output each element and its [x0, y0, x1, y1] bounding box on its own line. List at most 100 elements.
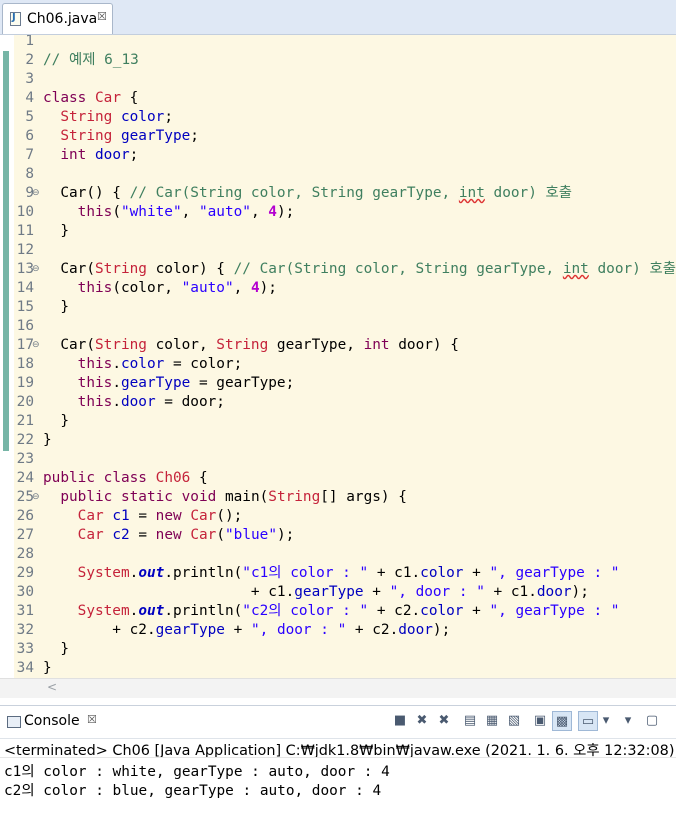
code-line[interactable]: 5 String color; — [0, 108, 676, 127]
code-line[interactable]: 18 this.color = color; — [0, 355, 676, 374]
code-line[interactable]: 14 this(color, "auto", 4); — [0, 279, 676, 298]
line-number: 10 — [16, 204, 34, 220]
console-toolbar-button-icon[interactable]: ▢ — [642, 711, 662, 731]
code-line[interactable]: 9 ⊖ Car() { // Car(String color, String g… — [0, 184, 676, 203]
code-line[interactable]: 34} — [0, 659, 676, 678]
code-token: this — [77, 375, 113, 391]
code-line[interactable]: 24 public class Ch06 { — [0, 469, 676, 488]
code-line[interactable]: 12 — [0, 241, 676, 260]
fold-toggle-icon[interactable]: ⊖ — [32, 488, 40, 507]
code-editor[interactable]: 1 2// 예제 6_13 3 4 class Car {5 String color;… — [0, 35, 676, 698]
code-token: new — [155, 508, 182, 524]
code-text: } — [43, 659, 52, 678]
code-token: ; — [164, 109, 173, 125]
code-token: "blue" — [225, 527, 277, 543]
code-text: } — [43, 640, 69, 659]
code-token: door) { — [389, 337, 459, 353]
code-line[interactable]: 11 } — [0, 222, 676, 241]
code-line[interactable]: 20 this.door = door; — [0, 393, 676, 412]
code-token: this — [77, 394, 113, 410]
close-icon[interactable]: ☒ — [97, 10, 107, 23]
console-tab-label[interactable]: Console — [24, 713, 80, 729]
code-token: public — [43, 470, 95, 486]
code-line[interactable]: 16 — [0, 317, 676, 336]
code-line[interactable]: 31 System.out.println("c2의 color : " + c… — [0, 602, 676, 621]
console-toolbar-button-icon[interactable]: ■ — [390, 711, 410, 731]
close-icon[interactable]: ☒ — [87, 713, 97, 726]
code-line[interactable]: 26 Car c1 = new Car(); — [0, 507, 676, 526]
code-line[interactable]: 8 — [0, 165, 676, 184]
code-token: (color, — [112, 280, 182, 296]
console-toolbar-button-icon[interactable]: ▭ — [578, 711, 598, 731]
code-token: } — [43, 432, 52, 448]
code-line[interactable]: 15 } — [0, 298, 676, 317]
fold-toggle-icon[interactable]: ⊖ — [32, 184, 40, 203]
code-token: c1 — [112, 508, 130, 524]
line-number: 18 — [16, 356, 34, 372]
code-token: + — [224, 622, 251, 638]
code-token: Car — [190, 527, 217, 543]
line-number: 5 — [25, 109, 34, 125]
code-token: ); — [259, 280, 277, 296]
horizontal-scrollbar[interactable]: < — [0, 678, 676, 698]
code-token: color — [420, 603, 464, 619]
console-toolbar-button-icon[interactable]: ▦ — [482, 711, 502, 731]
console-toolbar-button-icon[interactable]: ✖ — [412, 711, 432, 731]
scroll-left-arrow-icon[interactable]: < — [47, 680, 57, 694]
code-token: , — [233, 280, 251, 296]
code-line[interactable]: 33 } — [0, 640, 676, 659]
code-line[interactable]: 32 + c2.gearType + ", door : " + c2.door… — [0, 621, 676, 640]
line-number: 13 — [16, 261, 34, 277]
code-text: this.gearType = gearType; — [43, 374, 295, 393]
code-line[interactable]: 19 this.gearType = gearType; — [0, 374, 676, 393]
code-line[interactable]: 7 int door; — [0, 146, 676, 165]
code-text: Car(String color) { // Car(String color,… — [43, 260, 676, 279]
line-number: 2 — [25, 52, 34, 68]
code-line[interactable]: 17 ⊖ Car(String color, String gearType, i… — [0, 336, 676, 355]
code-token: "white" — [120, 204, 182, 220]
code-line[interactable]: 4 class Car { — [0, 89, 676, 108]
code-line[interactable]: 28 — [0, 545, 676, 564]
line-number: 31 — [16, 603, 34, 619]
fold-toggle-icon[interactable]: ⊖ — [32, 336, 40, 355]
code-line[interactable]: 25 ⊖ public static void main(String[] arg… — [0, 488, 676, 507]
code-line[interactable]: 6 String gearType; — [0, 127, 676, 146]
code-text: String color; — [43, 108, 173, 127]
editor-tab-ch06[interactable]: Ch06.java ☒ — [2, 3, 113, 34]
code-line[interactable]: 10 this("white", "auto", 4); — [0, 203, 676, 222]
code-token: gearType — [120, 128, 191, 144]
console-toolbar-button-icon[interactable]: ▩ — [552, 711, 572, 731]
console-output-line: c1의 color : white, gearType : auto, door… — [4, 764, 390, 780]
code-line[interactable]: 30 + c1.gearType + ", door : " + c1.door… — [0, 583, 676, 602]
code-token: { — [121, 90, 139, 106]
console-toolbar-button-icon[interactable]: ✖ — [434, 711, 454, 731]
code-line[interactable]: 23 — [0, 450, 676, 469]
console-toolbar-button-icon[interactable]: ▣ — [530, 711, 550, 731]
console-toolbar-button-icon[interactable]: ▾ — [596, 711, 616, 731]
code-text: + c1.gearType + ", door : " + c1.door); — [43, 583, 589, 602]
fold-toggle-icon[interactable]: ⊖ — [32, 260, 40, 279]
console-toolbar-button-icon[interactable]: ▾ — [618, 711, 638, 731]
code-token: ); — [571, 584, 589, 600]
code-token: ", door : " — [389, 584, 485, 600]
console-toolbar-button-icon[interactable]: ▧ — [504, 711, 524, 731]
code-token: Car( — [43, 261, 95, 277]
code-token: color) { — [146, 261, 234, 277]
code-line[interactable]: 3 — [0, 70, 676, 89]
code-line[interactable]: 13 ⊖ Car(String color) { // Car(String co… — [0, 260, 676, 279]
code-line[interactable]: 22} — [0, 431, 676, 450]
code-token: = gearType; — [190, 375, 295, 391]
code-line[interactable]: 2 // 예제 6_13 — [0, 51, 676, 70]
code-token: ); — [432, 622, 451, 638]
console-toolbar-button-icon[interactable]: ▤ — [460, 711, 480, 731]
code-token: ", gearType : " — [489, 565, 620, 581]
line-number: 21 — [16, 413, 34, 429]
code-line[interactable]: 21 } — [0, 412, 676, 431]
code-line[interactable]: 1 — [0, 35, 676, 51]
code-line[interactable]: 27 Car c2 = new Car("blue"); — [0, 526, 676, 545]
code-token: ; — [190, 128, 199, 144]
code-line[interactable]: 29 System.out.println("c1의 color : " + c… — [0, 564, 676, 583]
code-token: + c2. — [43, 622, 156, 638]
